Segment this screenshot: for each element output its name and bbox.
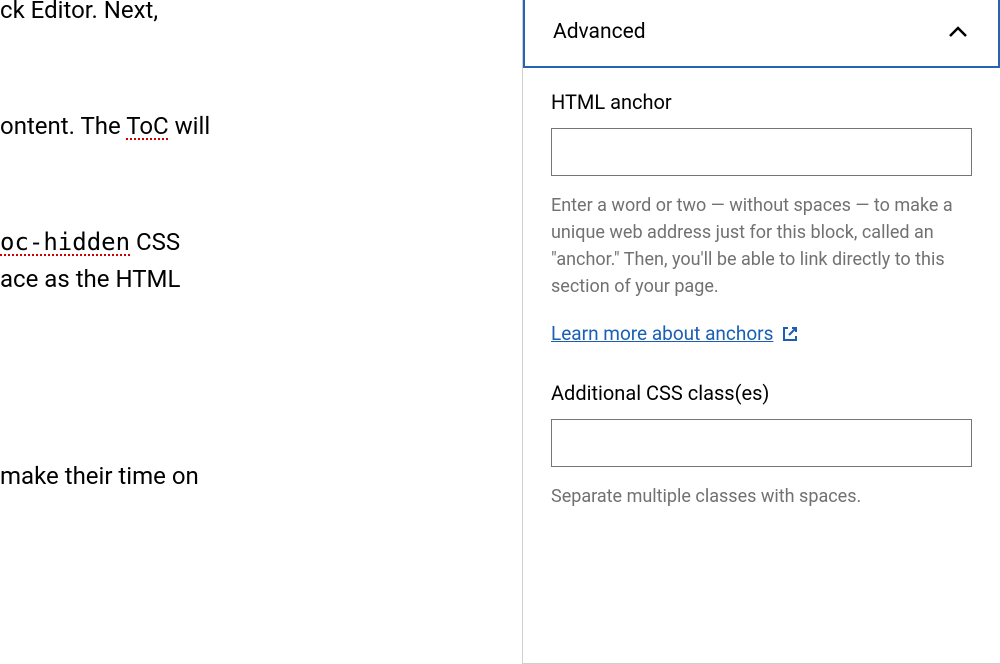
additional-css-label: Additional CSS class(es) <box>551 381 972 405</box>
editor-canvas[interactable]: ck Editor. Next, ontent. The ToC will oc… <box>0 0 522 664</box>
spellcheck-word[interactable]: ToC <box>126 112 168 140</box>
html-anchor-label: HTML anchor <box>551 90 972 114</box>
link-text: Learn more about anchors <box>551 322 773 345</box>
html-anchor-input[interactable] <box>551 128 972 176</box>
chevron-up-icon <box>946 20 970 44</box>
spellcheck-word[interactable]: oc-hidden <box>0 228 130 256</box>
advanced-panel-body: HTML anchor Enter a word or two — withou… <box>523 68 1000 568</box>
html-anchor-field: HTML anchor Enter a word or two — withou… <box>551 90 972 345</box>
advanced-panel-toggle[interactable]: Advanced <box>523 0 1000 68</box>
html-anchor-help: Enter a word or two — without spaces — t… <box>551 192 972 300</box>
editor-paragraph[interactable]: oc-hidden CSSace as the HTML <box>0 224 522 298</box>
external-link-icon <box>781 325 799 343</box>
additional-css-input[interactable] <box>551 419 972 467</box>
additional-css-help: Separate multiple classes with spaces. <box>551 483 972 510</box>
editor-paragraph[interactable]: ck Editor. Next, <box>0 0 522 28</box>
learn-more-anchors-link[interactable]: Learn more about anchors <box>551 322 799 345</box>
editor-paragraph[interactable]: ontent. The ToC will <box>0 108 522 144</box>
editor-paragraph[interactable]: make their time on <box>0 458 522 494</box>
additional-css-field: Additional CSS class(es) Separate multip… <box>551 381 972 510</box>
panel-title: Advanced <box>553 20 646 44</box>
block-settings-sidebar: Advanced HTML anchor Enter a word or two… <box>522 0 1000 664</box>
